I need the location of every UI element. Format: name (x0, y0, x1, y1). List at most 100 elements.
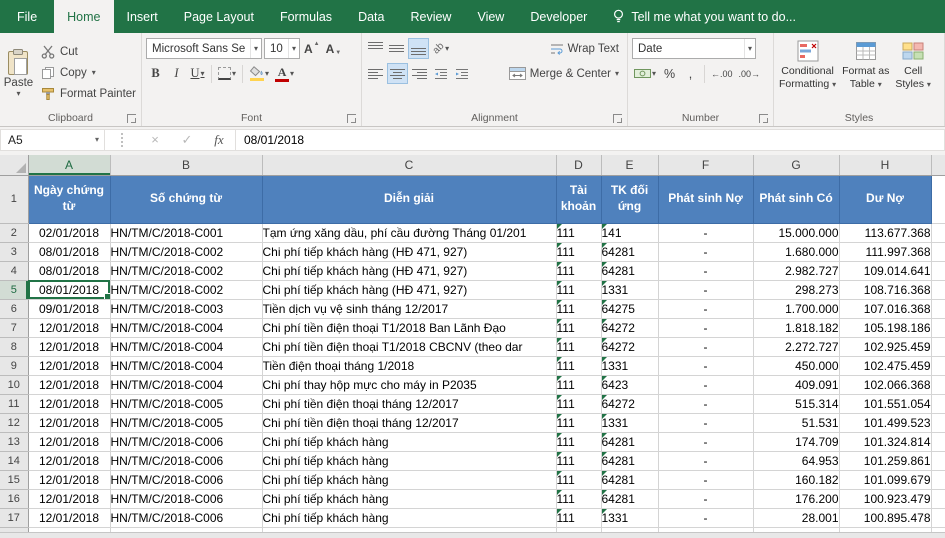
cell-partial-2[interactable] (931, 223, 945, 242)
cell-a4[interactable]: 08/01/2018 (28, 261, 110, 280)
header-cell-e[interactable]: TK đối ứng (601, 175, 658, 223)
cell-e5[interactable]: 1331 (601, 280, 658, 299)
cell-b13[interactable]: HN/TM/C/2018-C006 (110, 432, 262, 451)
cell-d3[interactable]: 111 (556, 242, 601, 261)
row-header-2[interactable]: 2 (0, 223, 28, 242)
align-right-button[interactable] (410, 63, 429, 84)
cell-b17[interactable]: HN/TM/C/2018-C006 (110, 508, 262, 527)
cell-f15[interactable]: - (658, 470, 753, 489)
top-align-button[interactable] (366, 38, 385, 59)
cell-partial-16[interactable] (931, 489, 945, 508)
formula-input[interactable]: 08/01/2018 (236, 130, 944, 150)
cell-g2[interactable]: 15.000.000 (753, 223, 839, 242)
cell-a13[interactable]: 12/01/2018 (28, 432, 110, 451)
cell-f12[interactable]: - (658, 413, 753, 432)
cell-b4[interactable]: HN/TM/C/2018-C002 (110, 261, 262, 280)
cell-h17[interactable]: 100.895.478 (839, 508, 931, 527)
cell-f3[interactable]: - (658, 242, 753, 261)
cell-e17[interactable]: 1331 (601, 508, 658, 527)
column-header-b[interactable]: B (110, 155, 262, 175)
cell-g6[interactable]: 1.700.000 (753, 299, 839, 318)
row-header-6[interactable]: 6 (0, 299, 28, 318)
cell-e15[interactable]: 64281 (601, 470, 658, 489)
cell-a9[interactable]: 12/01/2018 (28, 356, 110, 375)
cell-d14[interactable]: 111 (556, 451, 601, 470)
cell-partial-12[interactable] (931, 413, 945, 432)
cell-g17[interactable]: 28.001 (753, 508, 839, 527)
row-header-17[interactable]: 17 (0, 508, 28, 527)
cell-e4[interactable]: 64281 (601, 261, 658, 280)
cell-partial-17[interactable] (931, 508, 945, 527)
cell-f6[interactable]: - (658, 299, 753, 318)
row-header-4[interactable]: 4 (0, 261, 28, 280)
column-header-e[interactable]: E (601, 155, 658, 175)
cell-partial-10[interactable] (931, 375, 945, 394)
increase-decimal-button[interactable]: ←.00 (709, 63, 735, 84)
cell-d6[interactable]: 111 (556, 299, 601, 318)
cell-e7[interactable]: 64272 (601, 318, 658, 337)
row-header-3[interactable]: 3 (0, 242, 28, 261)
cell-a10[interactable]: 12/01/2018 (28, 375, 110, 394)
tab-insert[interactable]: Insert (114, 0, 171, 33)
cell-c2[interactable]: Tạm ứng xăng dầu, phí cầu đường Tháng 01… (262, 223, 556, 242)
cell-c10[interactable]: Chi phí thay hộp mực cho máy in P2035 (262, 375, 556, 394)
tab-developer[interactable]: Developer (517, 0, 600, 33)
cell-partial-6[interactable] (931, 299, 945, 318)
cell-f5[interactable]: - (658, 280, 753, 299)
font-size-combo[interactable]: 10 ▾ (264, 38, 300, 59)
copy-button[interactable]: Copy ▾ (38, 63, 139, 83)
cell-b9[interactable]: HN/TM/C/2018-C004 (110, 356, 262, 375)
enter-icon[interactable]: ✓ (171, 130, 203, 150)
cell-c11[interactable]: Chi phí tiền điện thoại tháng 12/2017 (262, 394, 556, 413)
cell-c16[interactable]: Chi phí tiếp khách hàng (262, 489, 556, 508)
cell-b3[interactable]: HN/TM/C/2018-C002 (110, 242, 262, 261)
cell-empty[interactable] (753, 527, 839, 532)
conditional-formatting-button[interactable]: Conditional Formatting ▾ (776, 36, 839, 110)
column-header-partial[interactable] (931, 155, 945, 175)
cell-f2[interactable]: - (658, 223, 753, 242)
cell-f9[interactable]: - (658, 356, 753, 375)
format-painter-button[interactable]: Format Painter (38, 84, 139, 104)
cell-h2[interactable]: 113.677.368 (839, 223, 931, 242)
cell-partial-5[interactable] (931, 280, 945, 299)
cell-d12[interactable]: 111 (556, 413, 601, 432)
cell-d7[interactable]: 111 (556, 318, 601, 337)
cell-h3[interactable]: 111.997.368 (839, 242, 931, 261)
header-cell-a[interactable]: Ngày chứng từ (28, 175, 110, 223)
cut-button[interactable]: Cut (38, 42, 139, 62)
cell-b14[interactable]: HN/TM/C/2018-C006 (110, 451, 262, 470)
cell-h11[interactable]: 101.551.054 (839, 394, 931, 413)
bold-button[interactable]: B (146, 63, 165, 84)
cell-partial-7[interactable] (931, 318, 945, 337)
cell-d8[interactable]: 111 (556, 337, 601, 356)
cell-a14[interactable]: 12/01/2018 (28, 451, 110, 470)
cell-c7[interactable]: Chi phí tiền điện thoại T1/2018 Ban Lãnh… (262, 318, 556, 337)
decrease-indent-button[interactable] (431, 63, 450, 84)
cell-g15[interactable]: 160.182 (753, 470, 839, 489)
tab-data[interactable]: Data (345, 0, 397, 33)
cell-partial-14[interactable] (931, 451, 945, 470)
cell-partial-3[interactable] (931, 242, 945, 261)
cell-e8[interactable]: 64272 (601, 337, 658, 356)
cell-f16[interactable]: - (658, 489, 753, 508)
column-header-d[interactable]: D (556, 155, 601, 175)
cell-d5[interactable]: 111 (556, 280, 601, 299)
cell-c3[interactable]: Chi phí tiếp khách hàng (HĐ 471, 927) (262, 242, 556, 261)
row-header-9[interactable]: 9 (0, 356, 28, 375)
header-cell-d[interactable]: Tài khoản (556, 175, 601, 223)
cell-d2[interactable]: 111 (556, 223, 601, 242)
cell-b10[interactable]: HN/TM/C/2018-C004 (110, 375, 262, 394)
cell-a12[interactable]: 12/01/2018 (28, 413, 110, 432)
cell-d9[interactable]: 111 (556, 356, 601, 375)
cell-d11[interactable]: 111 (556, 394, 601, 413)
cell-g10[interactable]: 409.091 (753, 375, 839, 394)
percent-style-button[interactable]: % (660, 63, 679, 84)
cell-f14[interactable]: - (658, 451, 753, 470)
cell-b8[interactable]: HN/TM/C/2018-C004 (110, 337, 262, 356)
cell-f10[interactable]: - (658, 375, 753, 394)
alignment-dialog-launcher[interactable] (613, 114, 622, 123)
tab-review[interactable]: Review (397, 0, 464, 33)
paste-button[interactable]: Paste ▾ (2, 36, 35, 110)
cell-c4[interactable]: Chi phí tiếp khách hàng (HĐ 471, 927) (262, 261, 556, 280)
cell-partial-15[interactable] (931, 470, 945, 489)
